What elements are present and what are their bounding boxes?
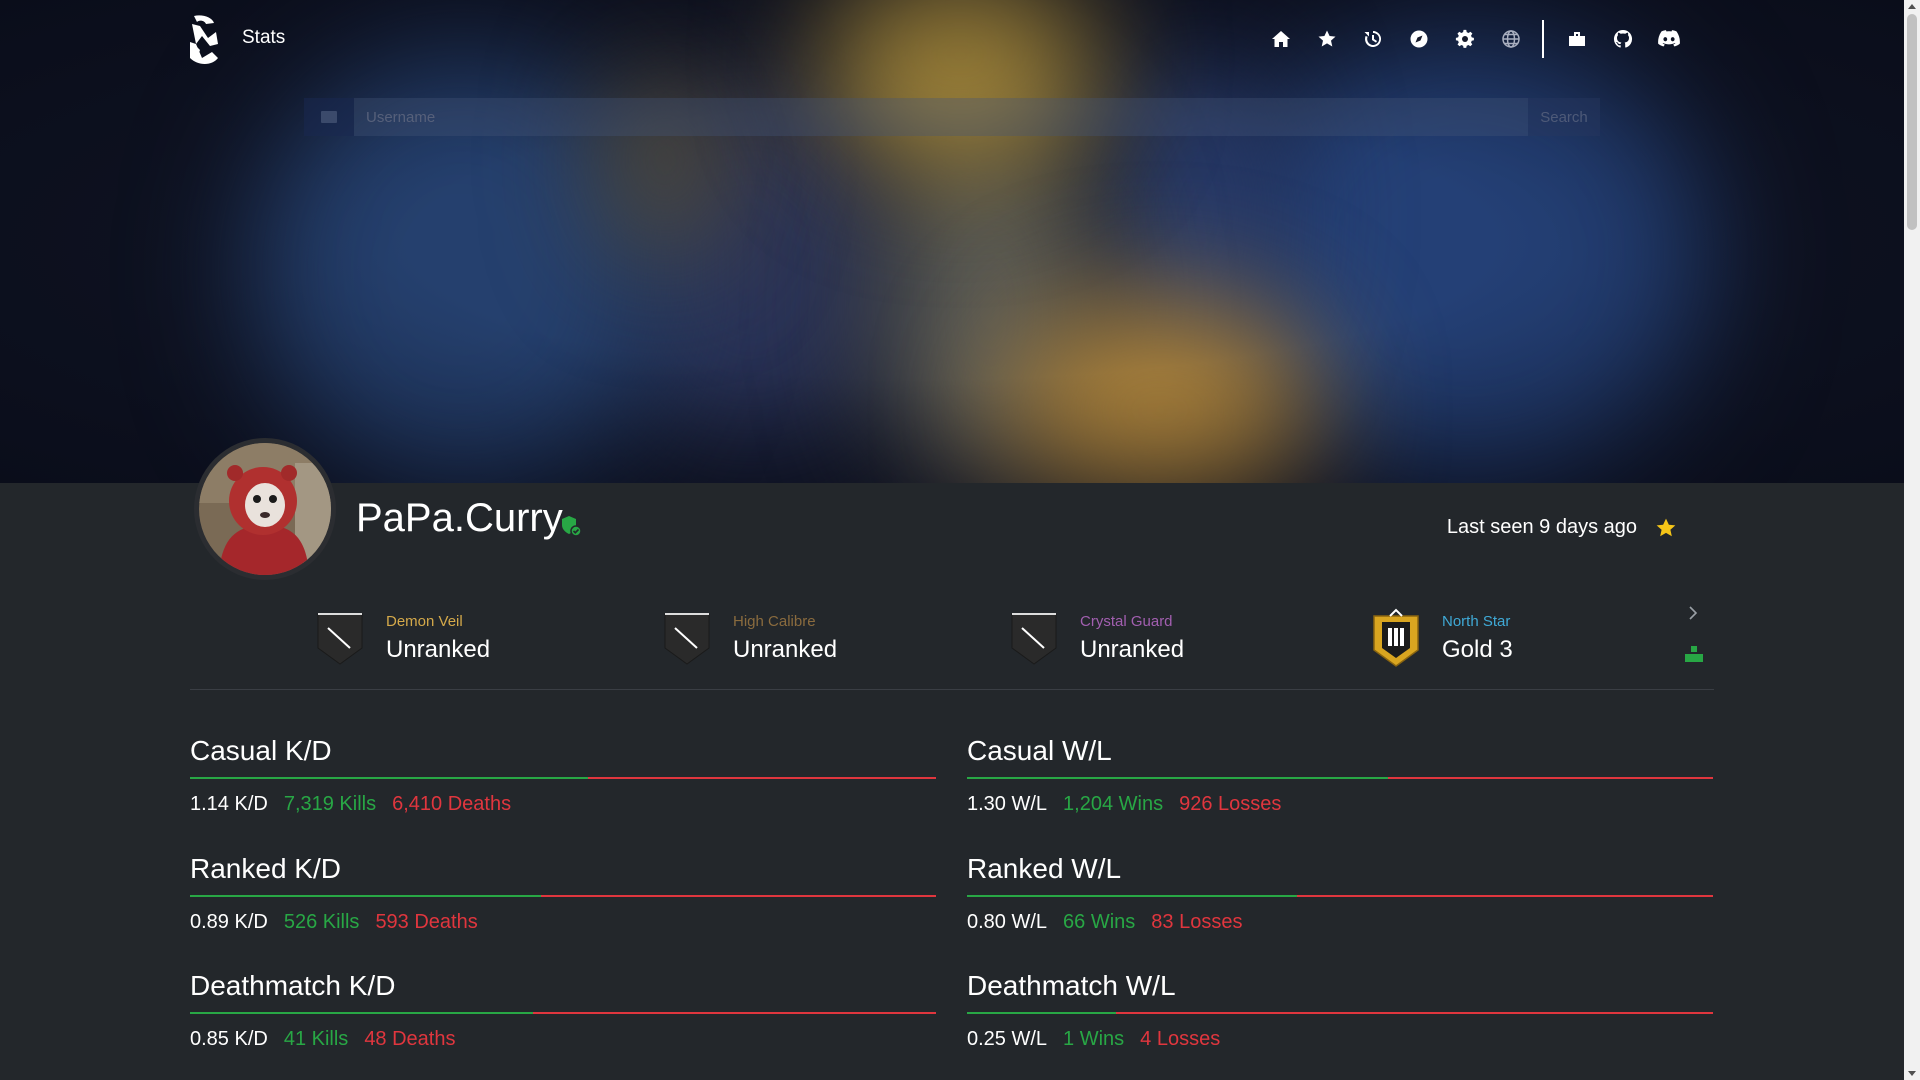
home-icon[interactable]	[1258, 24, 1304, 54]
ratio-bar	[190, 895, 936, 897]
gold-rank-badge-icon	[1373, 608, 1419, 667]
rank-season: High Calibre	[733, 612, 816, 630]
rank-card[interactable]: High Calibre Unranked	[661, 608, 837, 668]
rank-tier: Unranked	[386, 635, 491, 663]
stat-deaths: 48 Deaths	[364, 1028, 456, 1050]
nav-icon-group	[1258, 20, 1692, 58]
brand-title[interactable]: Stats	[242, 27, 285, 49]
stat-ranked-wl: Ranked W/L 0.80 W/L 66 Wins 83 Losses	[967, 853, 1713, 934]
rank-tier: Unranked	[733, 635, 838, 663]
nav-divider	[1542, 20, 1544, 58]
stat-title: Casual W/L	[967, 735, 1112, 766]
discord-icon[interactable]	[1646, 24, 1692, 54]
stat-wins: 1 Wins	[1063, 1028, 1125, 1050]
username-input[interactable]	[354, 98, 1528, 136]
gear-icon[interactable]	[1442, 24, 1488, 54]
history-icon[interactable]	[1350, 24, 1396, 54]
stat-title: Casual K/D	[190, 735, 332, 766]
stat-ratio: 1.30 W/L	[967, 793, 1048, 815]
rank-tier: Unranked	[1080, 635, 1185, 663]
ratio-bar	[967, 777, 1713, 779]
stat-ratio: 0.80 W/L	[967, 911, 1048, 933]
ratio-bar	[967, 1012, 1713, 1014]
stat-ratio: 1.14 K/D	[190, 793, 268, 815]
unranked-badge-icon	[1011, 613, 1057, 665]
scroll-up-arrow-icon[interactable]	[1908, 4, 1916, 9]
stat-ratio: 0.25 W/L	[967, 1028, 1048, 1050]
ratio-bar	[190, 1012, 936, 1014]
unranked-badge-icon	[664, 613, 710, 665]
windows-icon	[321, 111, 337, 123]
stat-title: Ranked W/L	[967, 853, 1122, 884]
compass-icon[interactable]	[1396, 24, 1442, 54]
stat-casual-kd: Casual K/D 1.14 K/D 7,319 Kills 6,410 De…	[190, 735, 936, 816]
stat-kills: 7,319 Kills	[283, 793, 377, 815]
stat-losses: 4 Losses	[1140, 1028, 1221, 1050]
rank-tier: Gold 3	[1442, 635, 1513, 663]
site-logo[interactable]	[188, 14, 220, 66]
ratio-bar	[190, 777, 936, 779]
stat-kills: 526 Kills	[283, 911, 360, 933]
stat-wins: 66 Wins	[1063, 911, 1136, 933]
page-scrollbar[interactable]	[1904, 0, 1920, 1080]
globe-icon[interactable]	[1488, 24, 1534, 54]
player-name: PaPa.Curry	[356, 496, 563, 540]
stat-kills: 41 Kills	[283, 1028, 349, 1050]
stat-losses: 926 Losses	[1179, 793, 1282, 815]
stat-casual-wl: Casual W/L 1.30 W/L 1,204 Wins 926 Losse…	[967, 735, 1713, 816]
rank-season: Demon Veil	[386, 612, 463, 630]
stat-ratio: 0.85 K/D	[190, 1028, 268, 1050]
stat-deathmatch-wl: Deathmatch W/L 0.25 W/L 1 Wins 4 Losses	[967, 970, 1713, 1051]
stat-deaths: 6,410 Deaths	[392, 793, 512, 815]
last-seen: Last seen 9 days ago	[1447, 516, 1677, 539]
stat-wins: 1,204 Wins	[1063, 793, 1164, 815]
scroll-down-arrow-icon[interactable]	[1908, 1071, 1916, 1076]
stat-losses: 83 Losses	[1151, 911, 1243, 933]
season-ranks: Demon Veil Unranked High Calibre Unranke…	[190, 596, 1714, 690]
tools-icon[interactable]	[1554, 24, 1600, 54]
stat-title: Deathmatch W/L	[967, 970, 1176, 1001]
stat-deaths: 593 Deaths	[375, 911, 478, 933]
verified-shield-icon	[562, 516, 582, 537]
rank-season: North Star	[1442, 612, 1511, 630]
rank-card[interactable]: Crystal Guard Unranked	[1008, 608, 1184, 668]
ratio-bar	[967, 895, 1713, 897]
stat-ratio: 0.89 K/D	[190, 911, 268, 933]
rank-card[interactable]: North Star Gold 3	[1370, 608, 1513, 668]
rank-season: Crystal Guard	[1080, 612, 1173, 630]
last-seen-text: Last seen 9 days ago	[1446, 516, 1637, 538]
avatar	[194, 438, 336, 580]
star-icon[interactable]	[1304, 24, 1350, 54]
leaderboard-icon[interactable]	[1684, 644, 1704, 662]
github-icon[interactable]	[1600, 24, 1646, 54]
top-navbar: Stats	[0, 0, 1904, 80]
search-button[interactable]: Search	[1528, 98, 1600, 136]
stat-deathmatch-kd: Deathmatch K/D 0.85 K/D 41 Kills 48 Deat…	[190, 970, 936, 1051]
rank-card[interactable]: Demon Veil Unranked	[314, 608, 490, 668]
platform-select[interactable]	[304, 98, 354, 136]
stat-title: Deathmatch K/D	[190, 970, 396, 1001]
player-search-bar: Search	[304, 98, 1600, 136]
favorite-star-icon[interactable]	[1655, 517, 1677, 539]
stat-ranked-kd: Ranked K/D 0.89 K/D 526 Kills 593 Deaths	[190, 853, 936, 934]
stat-title: Ranked K/D	[190, 853, 341, 884]
chevron-right-icon[interactable]	[1686, 606, 1700, 620]
scrollbar-thumb[interactable]	[1907, 14, 1917, 230]
unranked-badge-icon	[317, 613, 363, 665]
